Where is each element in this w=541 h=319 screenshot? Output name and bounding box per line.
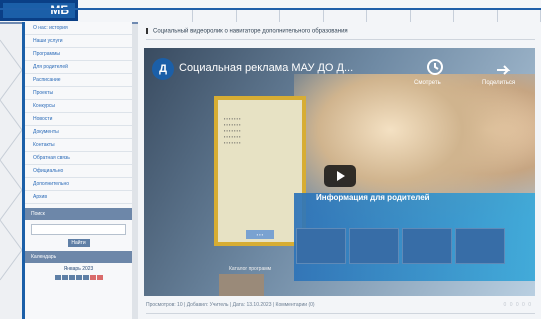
calendar-title: Календарь <box>25 251 132 263</box>
header-cell <box>411 10 455 22</box>
channel-avatar[interactable]: Д <box>152 58 174 80</box>
sidebar-menu: О нас: история Наши услуги Программы Для… <box>25 22 132 204</box>
page: МБ О нас: история Наши услуги Программы … <box>0 0 541 319</box>
header-cell <box>280 10 324 22</box>
video-bottom-caption: Каталог программ <box>229 266 272 272</box>
header-cell <box>237 10 281 22</box>
sidebar-item[interactable]: Архив <box>25 191 132 204</box>
header-cell <box>454 10 498 22</box>
panel-menu: ▪ ▪ ▪ ▪ ▪ ▪ ▪ ▪ ▪ ▪ ▪ ▪ ▪ ▪ ▪ ▪ ▪ ▪ ▪ ▪ ▪ ▪… <box>224 116 241 145</box>
sidebar-item[interactable]: Новости <box>25 113 132 126</box>
overlay-caption: Информация для родителей <box>316 193 430 202</box>
overlay-tile <box>296 228 346 264</box>
sidebar-item[interactable]: Для родителей <box>25 61 132 74</box>
footer-divider <box>146 313 535 314</box>
header-cell <box>367 10 411 22</box>
header-cell <box>193 10 237 22</box>
overlay-tile <box>402 228 452 264</box>
watch-later-icon[interactable] <box>426 58 444 76</box>
sidebar-item[interactable]: Конкурсы <box>25 100 132 113</box>
sidebar-item[interactable]: Документы <box>25 126 132 139</box>
calendar-day[interactable] <box>68 275 75 280</box>
rating-stars[interactable]: 0 0 0 0 0 <box>504 302 532 308</box>
post-meta: Просмотров: 10 | Добавил: Учитель | Дата… <box>146 302 315 308</box>
header-cell <box>324 10 368 22</box>
header-bar: МБ <box>0 0 541 24</box>
month-label: Январь 2023 <box>63 266 94 272</box>
post-divider <box>146 39 535 40</box>
post-title: Социальный видеоролик о навигаторе допол… <box>146 28 348 35</box>
sidebar-item[interactable]: Наши услуги <box>25 35 132 48</box>
header-cell <box>498 10 541 22</box>
sidebar-item[interactable]: Контакты <box>25 139 132 152</box>
overlay-tile <box>455 228 505 264</box>
sidebar-item[interactable]: Обратная связь <box>25 152 132 165</box>
search-button[interactable]: Найти <box>67 239 90 247</box>
sidebar-item[interactable]: Официально <box>25 165 132 178</box>
share-icon[interactable] <box>494 58 512 76</box>
calendar-day[interactable] <box>61 275 68 280</box>
sidebar-item[interactable]: Расписание <box>25 74 132 87</box>
video-title[interactable]: Социальная реклама МАУ ДО Д... <box>179 62 353 74</box>
calendar-day[interactable] <box>75 275 82 280</box>
video-bottom-photo <box>219 274 264 296</box>
main-content: Социальный видеоролик о навигаторе допол… <box>138 22 541 319</box>
overlay-tile <box>349 228 399 264</box>
decorative-lines-icon <box>0 39 22 281</box>
calendar-day-weekend[interactable] <box>96 275 103 280</box>
calendar-day[interactable] <box>54 275 61 280</box>
video-player[interactable]: ▪ ▪ ▪ ▪ ▪ ▪ ▪ ▪ ▪ ▪ ▪ ▪ ▪ ▪ ▪ ▪ ▪ ▪ ▪ ▪ ▪ ▪… <box>144 48 535 296</box>
site-logo[interactable]: МБ <box>0 0 78 21</box>
left-decorative-strip <box>0 0 22 319</box>
search-input[interactable] <box>31 224 126 235</box>
calendar-row <box>25 275 132 280</box>
header-cell <box>150 10 194 22</box>
calendar-day[interactable] <box>82 275 89 280</box>
header-grid <box>150 10 541 22</box>
calendar-day-weekend[interactable] <box>89 275 96 280</box>
panel-button: ▪ ▪ ▪ <box>246 230 274 239</box>
watch-label: Смотреть <box>414 80 441 86</box>
sidebar-item[interactable]: Проекты <box>25 87 132 100</box>
share-label: Поделиться <box>482 80 516 86</box>
video-screen-panel: ▪ ▪ ▪ ▪ ▪ ▪ ▪ ▪ ▪ ▪ ▪ ▪ ▪ ▪ ▪ ▪ ▪ ▪ ▪ ▪ ▪ ▪… <box>214 96 306 246</box>
sidebar-item[interactable]: Дополнительно <box>25 178 132 191</box>
play-button[interactable] <box>324 165 356 187</box>
sidebar-item[interactable]: О нас: история <box>25 22 132 35</box>
sidebar-item[interactable]: Программы <box>25 48 132 61</box>
sidebar: О нас: история Наши услуги Программы Для… <box>22 22 132 319</box>
sidebar-section-title: Поиск <box>25 208 132 220</box>
